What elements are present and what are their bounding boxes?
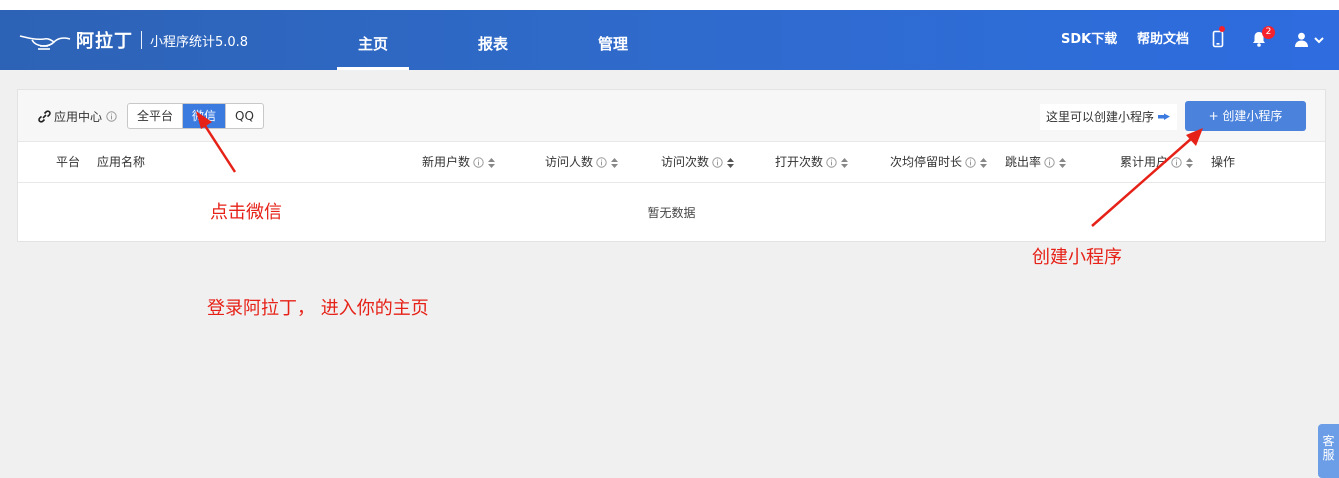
tab-home[interactable]: 主页	[337, 10, 409, 70]
info-icon[interactable]	[965, 157, 976, 168]
annotation-create-miniprogram: 创建小程序	[1032, 247, 1122, 268]
customer-service-button[interactable]: 客 服	[1318, 424, 1339, 478]
tab-reports[interactable]: 报表	[457, 10, 529, 70]
info-icon[interactable]	[826, 157, 837, 168]
brand-subtitle: 小程序统计5.0.8	[150, 34, 249, 50]
filter-qq[interactable]: QQ	[226, 104, 263, 128]
notifications-button[interactable]: 2	[1251, 26, 1275, 50]
brand-logo[interactable]: 阿拉丁 小程序统计5.0.8	[18, 26, 248, 54]
service-label-line1: 客	[1322, 434, 1335, 448]
platform-filter: 全平台 微信 QQ	[127, 103, 264, 129]
column-actions: 操作	[1211, 142, 1235, 183]
column-opens[interactable]: 打开次数	[775, 142, 849, 183]
phone-icon	[1212, 30, 1224, 48]
info-icon[interactable]	[1171, 157, 1182, 168]
column-label: 次均停留时长	[890, 155, 963, 169]
sort-icon[interactable]	[1058, 157, 1067, 169]
annotation-click-wechat: 点击微信	[210, 202, 282, 223]
link-icon	[38, 110, 51, 123]
column-label: 跳出率	[1005, 155, 1042, 169]
create-hint-text: 这里可以创建小程序	[1046, 110, 1155, 124]
mobile-preview-button[interactable]	[1212, 26, 1225, 51]
column-new-users[interactable]: 新用户数	[422, 142, 496, 183]
info-icon[interactable]	[596, 157, 607, 168]
user-icon	[1295, 32, 1308, 47]
create-hint: 这里可以创建小程序	[1040, 104, 1178, 130]
service-label-line2: 服	[1322, 448, 1335, 462]
create-miniprogram-button[interactable]: + 创建小程序	[1185, 101, 1306, 131]
phone-red-dot	[1219, 26, 1225, 32]
notification-badge: 2	[1262, 26, 1275, 39]
brand-divider	[141, 31, 142, 49]
column-label: 打开次数	[775, 155, 824, 169]
pointing-hand-icon	[1158, 113, 1171, 120]
sort-icon[interactable]	[487, 157, 496, 169]
user-menu[interactable]	[1294, 32, 1325, 47]
filter-wechat[interactable]: 微信	[183, 104, 227, 128]
info-icon[interactable]	[473, 157, 484, 168]
magic-lamp-icon	[19, 35, 71, 50]
column-label: 操作	[1211, 155, 1236, 169]
sort-icon[interactable]	[979, 157, 988, 169]
column-label: 应用名称	[97, 155, 146, 169]
tab-manage[interactable]: 管理	[577, 10, 649, 70]
column-bounce-rate[interactable]: 跳出率	[1005, 142, 1067, 183]
info-icon[interactable]	[1044, 157, 1055, 168]
column-label: 访问人数	[545, 155, 594, 169]
app-center-label: 应用中心	[54, 110, 103, 124]
column-total-users[interactable]: 累计用户	[1120, 142, 1194, 183]
apps-toolbar: 应用中心 全平台 微信 QQ 这里可以创建小程序 + 创建小程序	[18, 90, 1325, 142]
app-center: 应用中心	[38, 108, 117, 125]
help-docs-link[interactable]: 帮助文档	[1137, 10, 1189, 70]
column-label: 累计用户	[1120, 155, 1169, 169]
info-icon[interactable]	[712, 157, 723, 168]
annotation-login-note: 登录阿拉丁， 进入你的主页	[207, 298, 429, 319]
column-label: 新用户数	[422, 155, 471, 169]
chevron-down-icon	[1314, 36, 1324, 43]
top-navbar: 阿拉丁 小程序统计5.0.8 主页 报表 管理 SDK下载 帮助文档 2	[0, 10, 1339, 70]
info-icon[interactable]	[106, 111, 117, 122]
sdk-download-link[interactable]: SDK下载	[1061, 10, 1117, 70]
column-label: 访问次数	[661, 155, 710, 169]
column-visitors[interactable]: 访问人数	[545, 142, 619, 183]
sort-icon[interactable]	[840, 157, 849, 169]
column-app-name: 应用名称	[97, 142, 145, 183]
brand-name: 阿拉丁	[76, 31, 133, 52]
column-platform: 平台	[56, 142, 80, 183]
column-visits[interactable]: 访问次数	[661, 142, 735, 183]
top-strip	[0, 0, 1339, 10]
sort-icon[interactable]	[610, 157, 619, 169]
column-avg-duration[interactable]: 次均停留时长	[890, 142, 988, 183]
filter-all-platforms[interactable]: 全平台	[128, 104, 184, 128]
column-label: 平台	[56, 155, 81, 169]
sort-icon[interactable]	[1185, 157, 1194, 169]
sort-icon[interactable]	[726, 157, 735, 169]
apps-table-header: 平台 应用名称 新用户数 访问人数 访问次数 打开次数 次均停留时长 跳出率 累…	[18, 142, 1325, 183]
